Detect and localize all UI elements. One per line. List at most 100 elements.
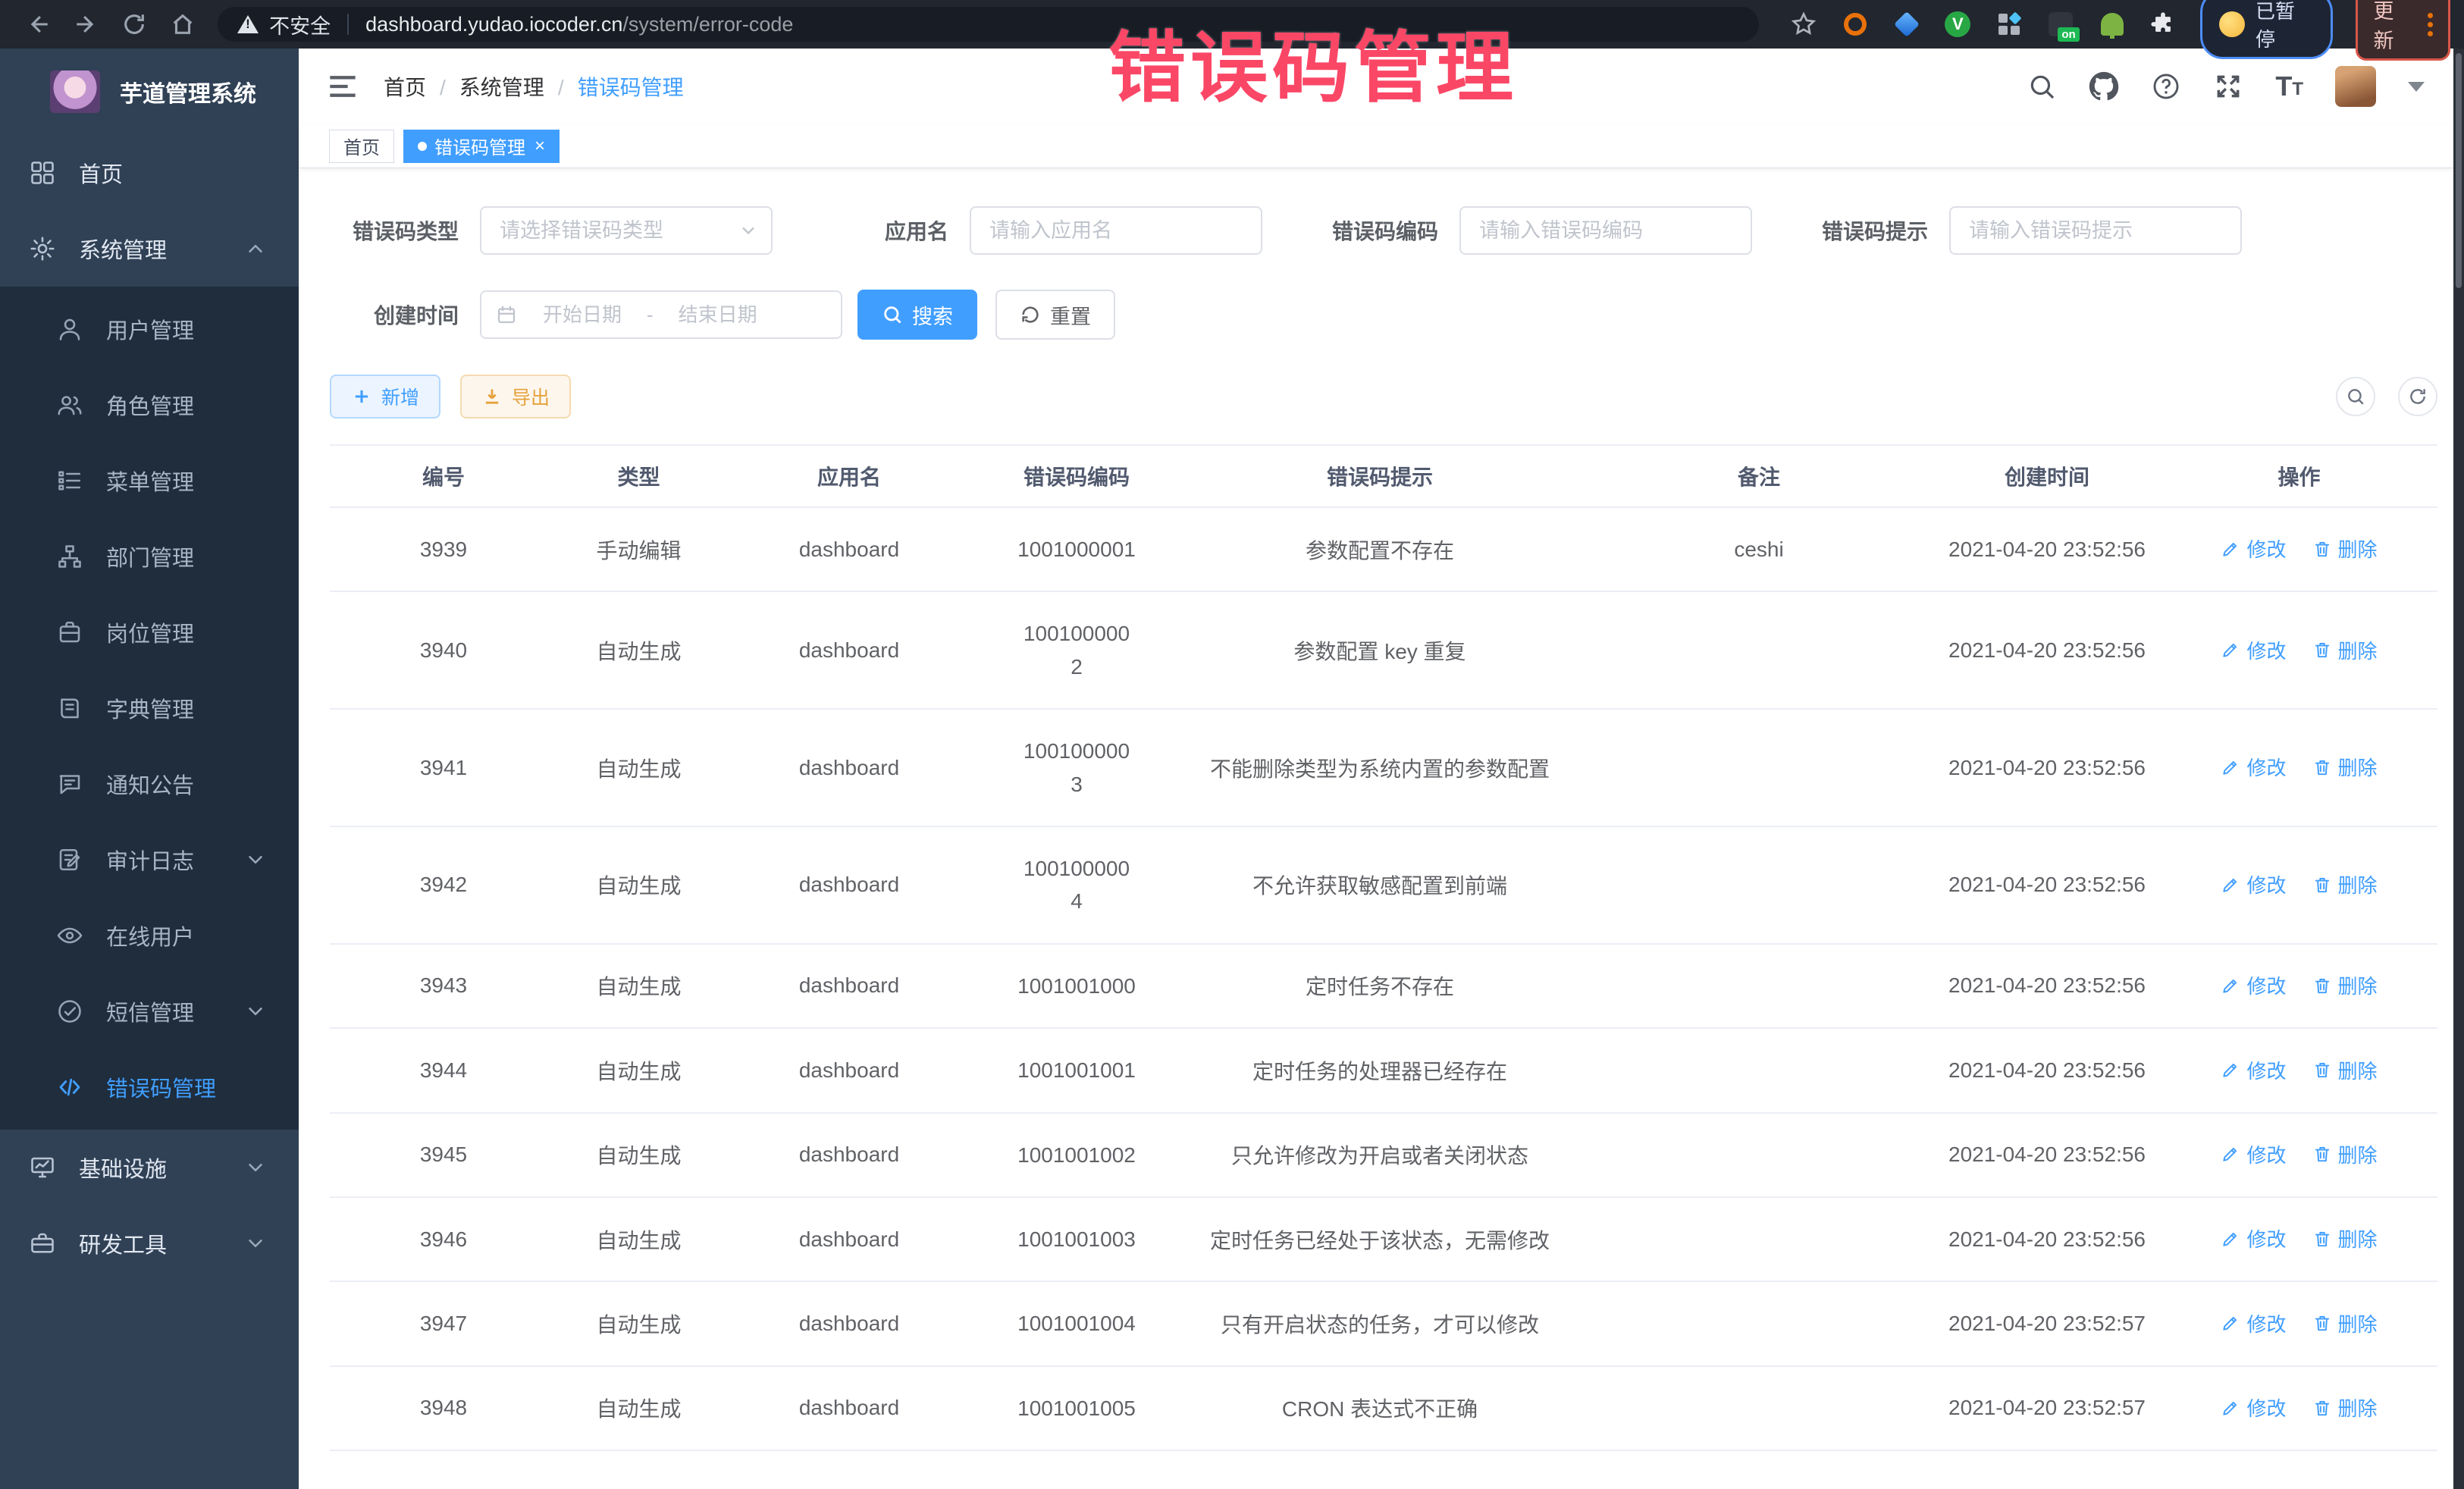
sidebar-item-audit-log[interactable]: 审计日志 (0, 822, 299, 898)
sidebar-item-dict[interactable]: 字典管理 (0, 670, 299, 746)
security-label[interactable]: 不安全 (269, 10, 331, 39)
search-icon[interactable] (2027, 71, 2057, 102)
edit-link[interactable]: 修改 (2221, 534, 2286, 563)
browser-update-button[interactable]: 更新 (2356, 0, 2450, 61)
extensions-puzzle-icon[interactable] (2149, 10, 2177, 39)
edit-link[interactable]: 修改 (2221, 870, 2286, 898)
help-icon[interactable] (2151, 71, 2181, 102)
extension-orange-icon[interactable] (1841, 10, 1870, 39)
delete-link[interactable]: 删除 (2312, 971, 2378, 999)
tab-active[interactable]: 错误码管理× (403, 130, 560, 163)
delete-link-label: 删除 (2338, 753, 2378, 781)
delete-link[interactable]: 删除 (2312, 1056, 2378, 1084)
browser-scrollbar[interactable] (2453, 49, 2464, 1489)
address-bar[interactable]: 不安全 dashboard.yudao.iocoder.cn /system/e… (218, 7, 1759, 42)
url-divider (347, 14, 349, 35)
app-logo-row[interactable]: 芋道管理系统 (0, 49, 299, 135)
sidebar-item-home[interactable]: 首页 (0, 135, 299, 211)
delete-link[interactable]: 删除 (2312, 1393, 2378, 1422)
delete-link[interactable]: 删除 (2312, 1224, 2378, 1252)
tab-0[interactable]: 首页 (329, 130, 394, 163)
browser-home-button[interactable] (158, 3, 207, 45)
add-button[interactable]: 新增 (330, 375, 440, 418)
cell-msg: 只允许修改为开启或者关闭状态 (1175, 1113, 1585, 1197)
table-row: 3943自动生成dashboard1001001000定时任务不存在2021-0… (330, 944, 2437, 1028)
github-icon[interactable] (2089, 71, 2119, 102)
sidebar-item-dept[interactable]: 部门管理 (0, 519, 299, 594)
sidebar-item-menu[interactable]: 菜单管理 (0, 443, 299, 519)
breadcrumb: 首页 系统管理 错误码管理 (384, 71, 684, 102)
reset-button[interactable]: 重置 (995, 290, 1115, 340)
date-range-picker[interactable]: - (480, 290, 842, 339)
search-button[interactable]: 搜索 (857, 290, 977, 340)
hamburger-icon[interactable] (328, 74, 358, 99)
end-date-input[interactable] (661, 303, 775, 327)
app-name-input[interactable] (970, 206, 1262, 255)
sidebar-item-notice[interactable]: 通知公告 (0, 746, 299, 822)
delete-link[interactable]: 删除 (2312, 870, 2378, 898)
edit-link[interactable]: 修改 (2221, 1140, 2286, 1168)
fullscreen-icon[interactable] (2213, 71, 2243, 102)
delete-link[interactable]: 删除 (2312, 636, 2378, 664)
browser-forward-button[interactable] (62, 3, 111, 45)
users-icon (56, 391, 83, 418)
cell-msg: 定时任务不存在 (1175, 944, 1585, 1028)
code-line: 2 (986, 650, 1168, 683)
table-row: 3942自动生成dashboard1001000004不允许获取敏感配置到前端2… (330, 826, 2437, 944)
delete-link[interactable]: 删除 (2312, 534, 2378, 563)
sidebar-item-sms[interactable]: 短信管理 (0, 973, 299, 1049)
breadcrumb-current[interactable]: 错误码管理 (544, 71, 684, 102)
browser-menu-icon[interactable] (2428, 13, 2433, 36)
breadcrumb-home[interactable]: 首页 (384, 71, 426, 102)
extension-on-badge-icon[interactable]: on (2046, 10, 2075, 39)
cell-id: 3948 (330, 1366, 557, 1450)
sidebar-item-infra[interactable]: 基础设施 (0, 1130, 299, 1205)
edit-link[interactable]: 修改 (2221, 1309, 2286, 1337)
sidebar-item-user[interactable]: 用户管理 (0, 291, 299, 367)
profile-paused-chip[interactable]: 已暂停 (2200, 0, 2333, 59)
extension-gem-icon[interactable] (1892, 10, 1921, 39)
breadcrumb-system[interactable]: 系统管理 (426, 71, 544, 102)
edit-link[interactable]: 修改 (2221, 1393, 2286, 1422)
browser-reload-button[interactable] (111, 3, 159, 45)
font-size-icon[interactable]: TT (2275, 73, 2303, 100)
error-code-input[interactable] (1459, 206, 1752, 255)
delete-link[interactable]: 删除 (2312, 1140, 2378, 1168)
delete-link[interactable]: 删除 (2312, 753, 2378, 781)
toggle-search-button[interactable] (2336, 377, 2375, 416)
cell-app: dashboard (720, 1281, 978, 1365)
delete-link[interactable]: 删除 (2312, 1309, 2378, 1337)
sidebar-item-system[interactable]: 系统管理 (0, 211, 299, 287)
error-msg-input[interactable] (1949, 206, 2242, 255)
user-avatar[interactable] (2335, 66, 2376, 107)
sidebar-item-role[interactable]: 角色管理 (0, 367, 299, 443)
chevron-down-icon[interactable] (2408, 82, 2425, 92)
close-icon[interactable]: × (534, 137, 545, 155)
export-button[interactable]: 导出 (460, 375, 571, 418)
sidebar-item-label: 系统管理 (79, 233, 167, 265)
cell-app: dashboard (720, 709, 978, 826)
edit-link[interactable]: 修改 (2221, 1224, 2286, 1252)
active-dot-icon (418, 142, 427, 151)
edit-link[interactable]: 修改 (2221, 753, 2286, 781)
edit-link-label: 修改 (2246, 636, 2286, 664)
extension-grid-icon[interactable] (1995, 10, 2024, 39)
extension-key-icon[interactable] (2098, 10, 2127, 39)
edit-link[interactable]: 修改 (2221, 1056, 2286, 1084)
sidebar-item-online-user[interactable]: 在线用户 (0, 898, 299, 973)
sidebar-item-devtools[interactable]: 研发工具 (0, 1205, 299, 1281)
browser-back-button[interactable] (14, 3, 62, 45)
sidebar-item-error-code[interactable]: 错误码管理 (0, 1049, 299, 1125)
scrollbar-thumb[interactable] (2456, 53, 2462, 288)
edit-link[interactable]: 修改 (2221, 636, 2286, 664)
sidebar-item-label: 研发工具 (79, 1227, 167, 1259)
extension-green-v-icon[interactable]: V (1943, 10, 1972, 39)
delete-icon (2312, 976, 2332, 995)
badge-icon (56, 619, 83, 646)
edit-link[interactable]: 修改 (2221, 971, 2286, 999)
error-type-select[interactable] (480, 206, 773, 255)
refresh-table-button[interactable] (2398, 377, 2437, 416)
sidebar-item-post[interactable]: 岗位管理 (0, 594, 299, 670)
start-date-input[interactable] (525, 303, 639, 327)
bookmark-star-icon[interactable] (1789, 10, 1818, 39)
